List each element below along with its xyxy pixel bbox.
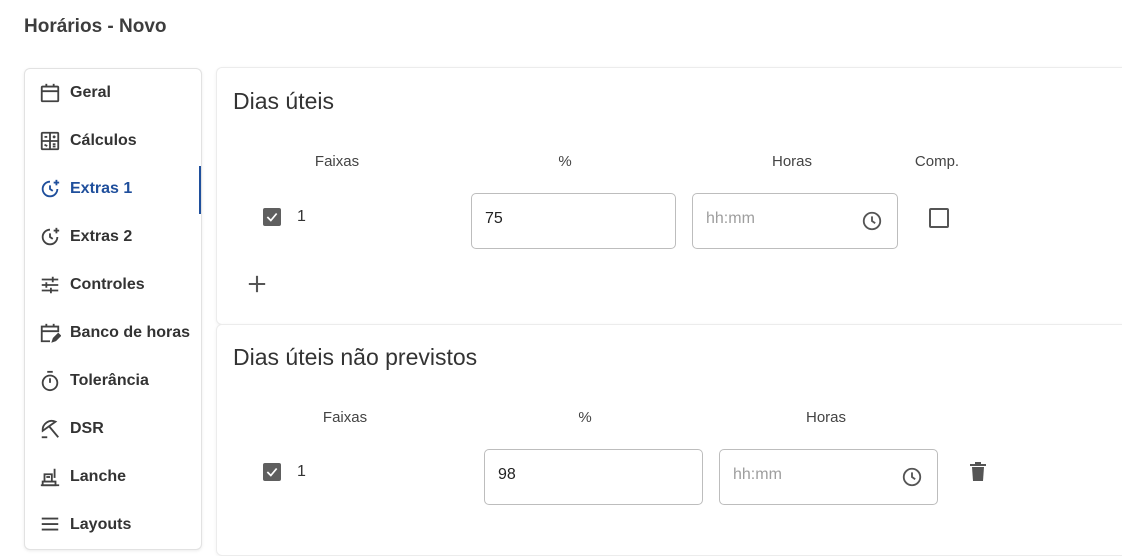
comp-header: Comp. [914, 153, 960, 170]
sidebar-item-label: Extras 1 [70, 180, 133, 197]
horas-header: Horas [771, 153, 812, 170]
sidebar-item-label: Banco de horas [70, 324, 191, 341]
percent-field[interactable] [471, 193, 676, 249]
clock-icon[interactable] [861, 210, 883, 232]
percent-input[interactable] [498, 466, 648, 484]
sidebar-item-label: Tolerância [70, 372, 149, 389]
horas-input[interactable] [733, 466, 883, 484]
sidebar-nav: Geral Cálculos Extras 1 Extras 2 Control… [24, 68, 202, 550]
row-checkbox[interactable] [263, 463, 281, 481]
clock-icon[interactable] [901, 466, 923, 488]
horas-input[interactable] [706, 210, 856, 228]
dias-uteis-nao-previstos-card: Dias úteis não previstos Faixas % Horas … [216, 324, 1122, 556]
sidebar-item-label: Controles [70, 276, 145, 293]
add-icon[interactable] [243, 270, 271, 298]
beach-umbrella-icon [39, 418, 61, 440]
check-icon [266, 212, 278, 222]
sidebar-item-label: DSR [70, 420, 104, 437]
sidebar-item-controles[interactable]: Controles [25, 262, 199, 310]
sidebar-item-label: Layouts [70, 516, 132, 533]
calendar-edit-icon [39, 322, 61, 344]
sidebar-item-calculos[interactable]: Cálculos [25, 118, 199, 166]
page-title: Horários - Novo [24, 16, 167, 37]
faixas-header: Faixas [314, 153, 360, 170]
percent-header: % [558, 153, 572, 170]
row-index: 1 [297, 463, 306, 480]
sidebar-item-extras-1[interactable]: Extras 1 [25, 166, 201, 214]
horas-header: Horas [805, 409, 846, 426]
sidebar-item-layouts[interactable]: Layouts [25, 502, 199, 550]
dias-uteis-card: Dias úteis Faixas % Horas Comp. 1 [216, 67, 1122, 325]
section-title: Dias úteis [233, 88, 334, 114]
check-icon [266, 467, 278, 477]
sidebar-item-extras-2[interactable]: Extras 2 [25, 214, 199, 262]
sidebar-item-label: Cálculos [70, 132, 137, 149]
sidebar-item-dsr[interactable]: DSR [25, 406, 199, 454]
timer-icon [39, 370, 61, 392]
clock-plus-icon [39, 226, 61, 248]
row-index: 1 [297, 208, 306, 225]
section-title: Dias úteis não previstos [233, 344, 478, 370]
trash-icon[interactable] [966, 460, 990, 484]
food-tray-icon [39, 466, 61, 488]
percent-input[interactable] [485, 210, 635, 228]
sidebar-item-banco-de-horas[interactable]: Banco de horas [25, 310, 199, 358]
sidebar-item-lanche[interactable]: Lanche [25, 454, 199, 502]
sidebar-item-geral[interactable]: Geral [25, 70, 199, 118]
sidebar-item-tolerancia[interactable]: Tolerância [25, 358, 199, 406]
layout-icon [39, 514, 61, 536]
sidebar-item-label: Lanche [70, 468, 127, 485]
percent-header: % [578, 409, 592, 426]
sidebar-item-label: Geral [70, 84, 111, 101]
faixas-header: Faixas [322, 409, 368, 426]
comp-checkbox[interactable] [929, 208, 949, 228]
clock-plus-icon [39, 178, 61, 200]
row-checkbox[interactable] [263, 208, 281, 226]
horas-field[interactable] [719, 449, 938, 505]
percent-field[interactable] [484, 449, 703, 505]
sliders-icon [39, 274, 61, 296]
horas-field[interactable] [692, 193, 898, 249]
calculator-icon [39, 130, 61, 152]
calendar-icon [39, 82, 61, 104]
sidebar-item-label: Extras 2 [70, 228, 133, 245]
